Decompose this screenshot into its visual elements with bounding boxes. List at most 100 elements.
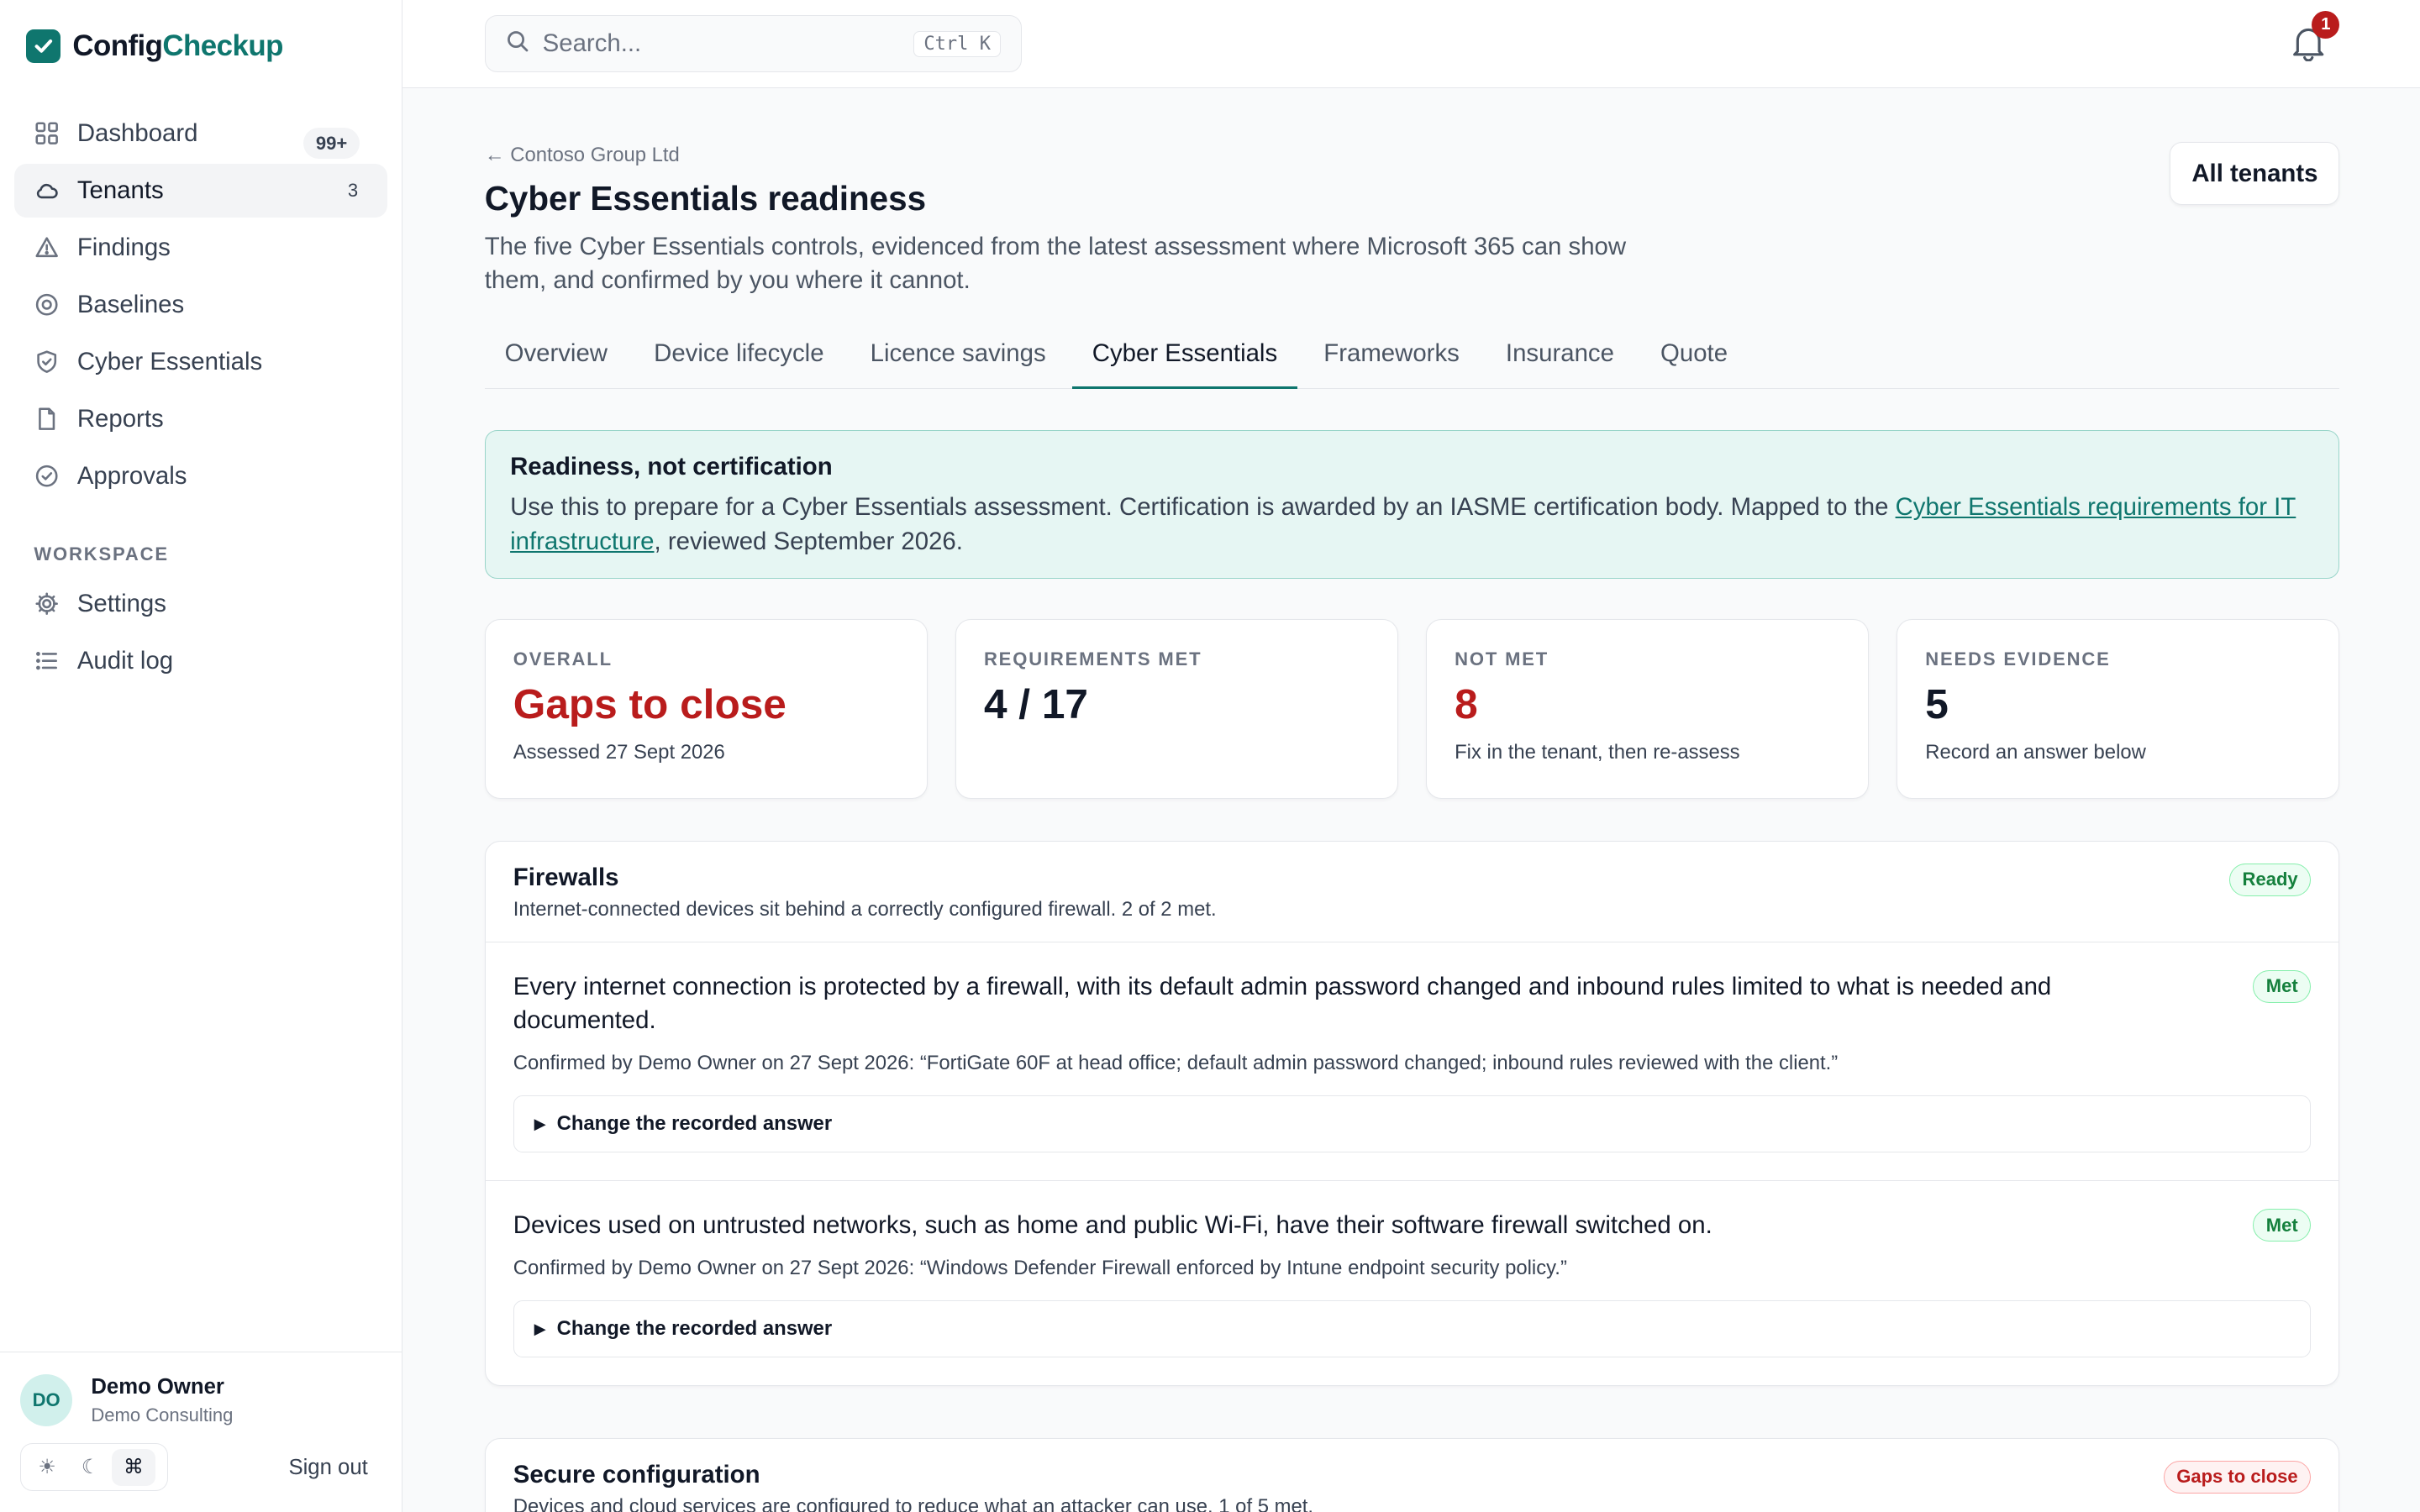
grid-icon (34, 120, 60, 146)
requirement-evidence: Confirmed by Demo Owner on 27 Sept 2026:… (513, 1257, 1567, 1280)
user-organization: Demo Consulting (91, 1404, 234, 1426)
change-answer-toggle[interactable]: ▶ Change the recorded answer (513, 1300, 2312, 1357)
status-badge: Met (2253, 1209, 2312, 1242)
notification-count-badge: 1 (2312, 10, 2340, 39)
info-callout: Readiness, not certification Use this to… (484, 430, 2340, 579)
list-icon (34, 648, 60, 674)
sidebar-item-reports[interactable]: Reports (14, 391, 387, 445)
page-title: Cyber Essentials readiness (484, 179, 927, 218)
theme-toggle: ☀ ☾ ⌘ (19, 1443, 169, 1492)
sidebar: ConfigCheckup Dashboard Tenants 3 Findin… (0, 0, 403, 1512)
sidebar-item-label: Tenants (76, 176, 164, 204)
requirement-text: Devices used on untrusted networks, such… (513, 1211, 1712, 1240)
caret-right-icon: ▶ (534, 1319, 546, 1337)
requirement-evidence: Confirmed by Demo Owner on 27 Sept 2026:… (513, 1052, 1839, 1075)
app-logo[interactable]: ConfigCheckup (26, 29, 283, 64)
requirement-text: Every internet connection is protected b… (513, 972, 2052, 1035)
stat-card-not-met: NOT MET 8 Fix in the tenant, then re-ass… (1426, 618, 1870, 800)
tenants-count-badge: 3 (347, 179, 359, 201)
stat-subtext: Assessed 27 Sept 2026 (513, 741, 725, 764)
shield-icon (34, 349, 60, 375)
user-panel: DO Demo Owner Demo Consulting ☀ ☾ ⌘ Sign… (0, 1351, 402, 1512)
section-card-secure-configuration: Secure configuration Devices and cloud s… (484, 1437, 2340, 1512)
sidebar-item-label: Approvals (76, 461, 187, 490)
tab-bar: Overview Device lifecycle Licence saving… (484, 319, 2340, 389)
top-bar: Search... Ctrl K 1 (402, 0, 2420, 88)
sidebar-item-baselines[interactable]: Baselines (14, 278, 387, 332)
system-theme-icon[interactable]: ⌘ (112, 1448, 155, 1486)
status-badge: Gaps to close (2163, 1460, 2312, 1494)
sidebar-item-label: Cyber Essentials (76, 347, 263, 375)
status-badge: Ready (2228, 863, 2312, 896)
page-description: The five Cyber Essentials controls, evid… (484, 232, 1627, 295)
sun-icon[interactable]: ☀ (25, 1449, 68, 1486)
stat-value: 5 (1925, 680, 1949, 728)
sidebar-item-label: Baselines (76, 290, 185, 318)
stat-value: 8 (1455, 680, 1478, 728)
stat-card-requirements-met: REQUIREMENTS MET 4 / 17 (955, 618, 1399, 800)
avatar[interactable]: DO (19, 1373, 73, 1427)
sidebar-item-cyber-essentials[interactable]: Cyber Essentials (14, 335, 387, 389)
stat-label: REQUIREMENTS MET (983, 648, 1202, 670)
sidebar-item-audit-log[interactable]: Audit log (14, 634, 387, 688)
stat-subtext: Fix in the tenant, then re-assess (1455, 741, 1740, 764)
gear-icon (34, 591, 60, 617)
toggle-label: Change the recorded answer (556, 1112, 833, 1136)
file-icon (34, 406, 60, 432)
section-title: Firewalls (513, 863, 619, 891)
status-badge: Met (2253, 969, 2312, 1003)
sidebar-item-tenants[interactable]: Tenants 3 (13, 163, 387, 218)
section-description: Devices and cloud services are configure… (513, 1494, 1314, 1512)
sidebar-item-approvals[interactable]: Approvals (14, 449, 387, 502)
workspace-nav: Settings Audit log (14, 577, 387, 691)
main-nav: Dashboard Tenants 3 Findings 99+ Baselin… (13, 107, 387, 507)
sidebar-item-label: Audit log (76, 647, 174, 675)
tab-cyber-essentials[interactable]: Cyber Essentials (1071, 319, 1298, 389)
stat-value: Gaps to close (513, 680, 786, 728)
sidebar-item-settings[interactable]: Settings (14, 577, 387, 631)
app-name: ConfigCheckup (72, 29, 283, 63)
callout-text: Use this to prepare for a Cyber Essentia… (510, 493, 2296, 555)
tab-overview[interactable]: Overview (485, 319, 628, 389)
tab-licence-savings[interactable]: Licence savings (850, 319, 1066, 389)
all-tenants-button[interactable]: All tenants (2170, 141, 2340, 206)
moon-icon[interactable]: ☾ (69, 1449, 112, 1486)
findings-count-badge: 99+ (303, 128, 360, 160)
section-header: Secure configuration Devices and cloud s… (486, 1439, 2339, 1512)
keyboard-shortcut: Ctrl K (913, 31, 1001, 57)
stats-row: OVERALL Gaps to close Assessed 27 Sept 2… (484, 618, 2340, 800)
section-card-firewalls: Firewalls Internet-connected devices sit… (484, 840, 2340, 1386)
stat-card-needs-evidence: NEEDS EVIDENCE 5 Record an answer below (1897, 618, 2340, 800)
stat-value: 4 / 17 (983, 680, 1088, 728)
checkmark-logo-icon (26, 29, 60, 64)
search-input[interactable]: Search... Ctrl K (484, 15, 1022, 73)
toggle-label: Change the recorded answer (556, 1316, 833, 1340)
section-description: Internet-connected devices sit behind a … (513, 898, 1217, 921)
change-answer-toggle[interactable]: ▶ Change the recorded answer (513, 1095, 2312, 1153)
caret-right-icon: ▶ (534, 1115, 546, 1133)
stat-label: NOT MET (1455, 648, 1549, 670)
requirement-row: Every internet connection is protected b… (485, 942, 2339, 1182)
back-link[interactable]: ← Contoso Group Ltd (485, 144, 680, 167)
tab-frameworks[interactable]: Frameworks (1303, 319, 1479, 389)
search-icon (506, 29, 529, 60)
stat-card-overall: OVERALL Gaps to close Assessed 27 Sept 2… (484, 618, 928, 800)
cloud-icon (34, 177, 60, 203)
sign-out-button[interactable]: Sign out (288, 1456, 367, 1480)
section-title: Secure configuration (513, 1460, 760, 1488)
stat-subtext: Record an answer below (1925, 741, 2146, 764)
search-placeholder: Search... (542, 29, 642, 58)
requirement-row: Devices used on untrusted networks, such… (486, 1181, 2339, 1385)
stat-label: NEEDS EVIDENCE (1925, 648, 2111, 670)
section-header: Firewalls Internet-connected devices sit… (485, 842, 2339, 942)
tab-device-lifecycle[interactable]: Device lifecycle (634, 319, 844, 389)
sidebar-item-findings[interactable]: Findings 99+ (14, 128, 387, 275)
tab-quote[interactable]: Quote (1640, 319, 1748, 389)
workspace-section-label: WORKSPACE (34, 543, 169, 564)
tab-insurance[interactable]: Insurance (1486, 319, 1634, 389)
check-circle-icon (34, 463, 60, 489)
stat-label: OVERALL (513, 648, 613, 670)
target-icon (34, 291, 60, 318)
sidebar-item-label: Reports (76, 404, 164, 433)
warning-icon (34, 234, 60, 260)
